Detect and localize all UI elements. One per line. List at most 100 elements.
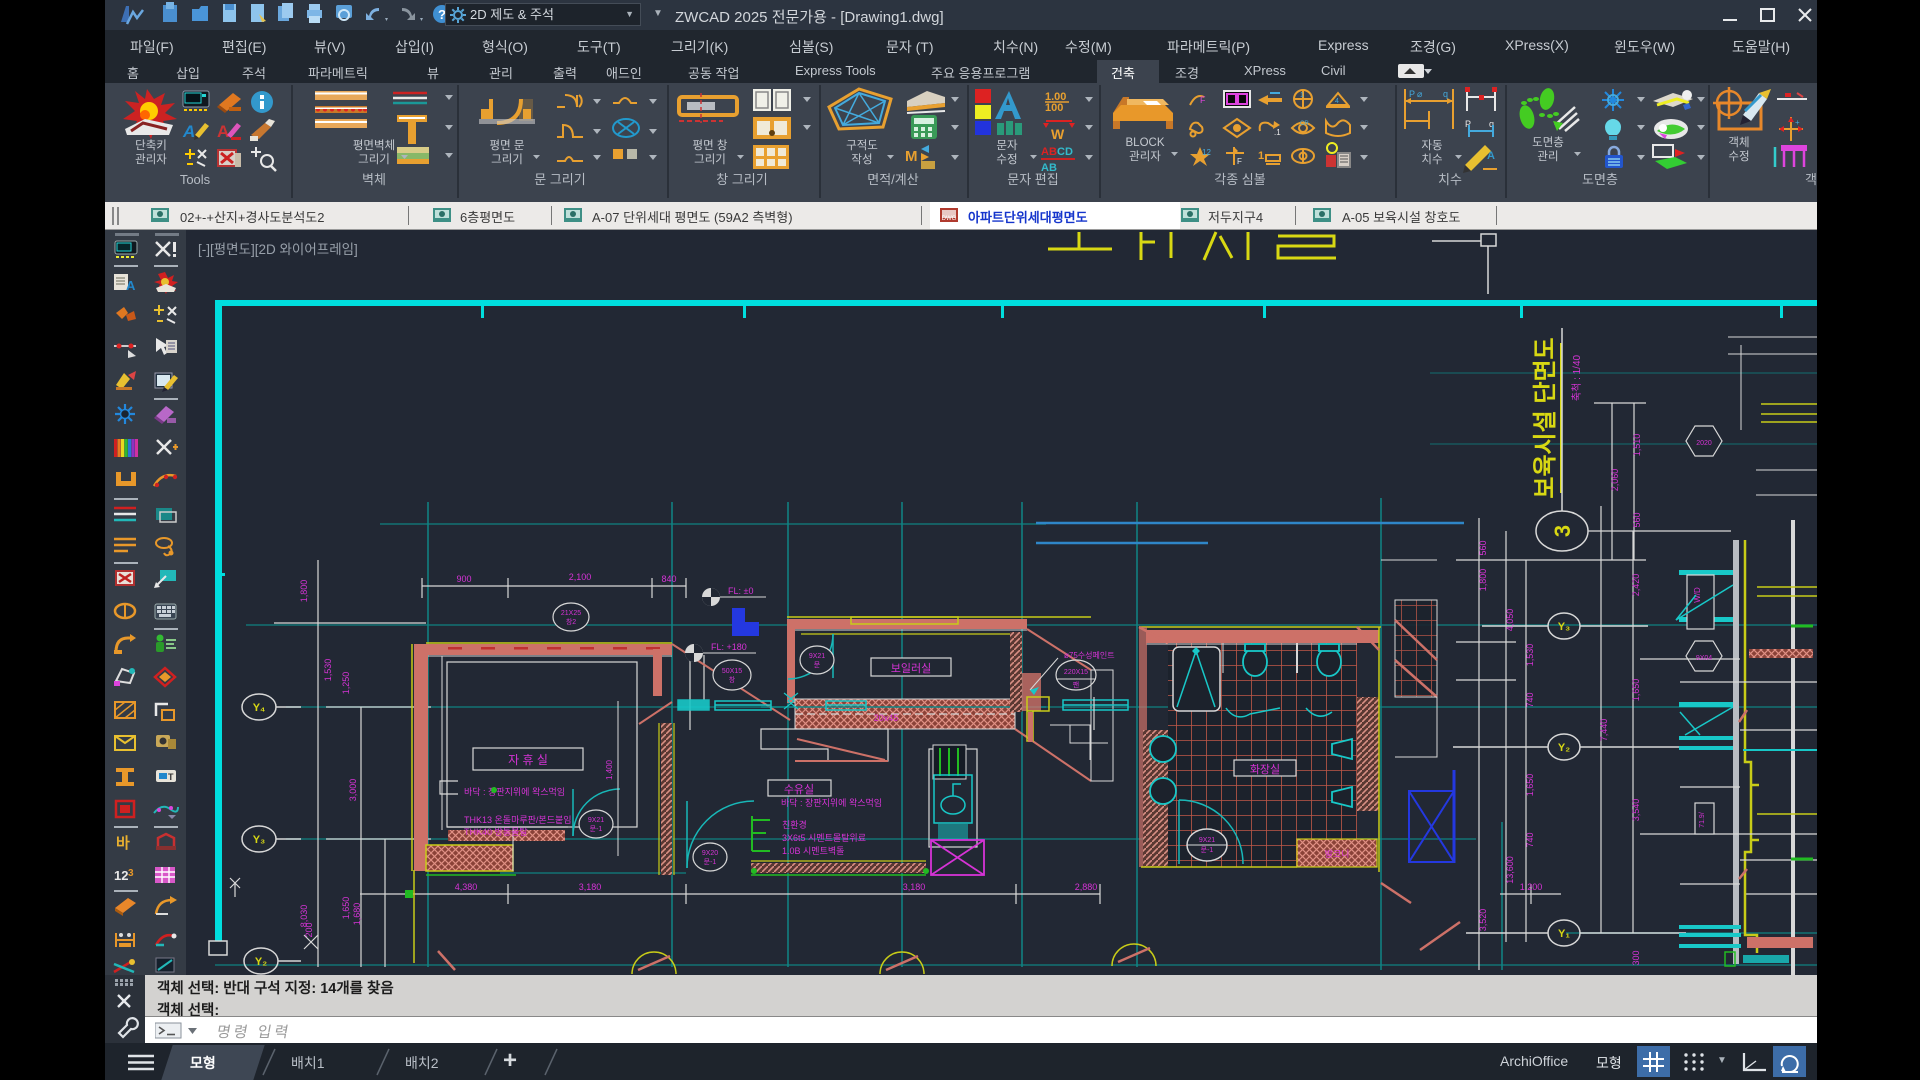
svg-text:200: 200 (304, 922, 314, 937)
svg-text:수정: 수정 (996, 153, 1017, 166)
svg-text:P: P (1409, 89, 1415, 99)
svg-text:객체: 객체 (1805, 172, 1817, 187)
svg-text:13,600: 13,600 (1505, 856, 1515, 884)
svg-text:그리기: 그리기 (694, 153, 726, 166)
svg-text:560: 560 (1632, 512, 1642, 527)
svg-text:1,650: 1,650 (1631, 679, 1641, 702)
svg-text:1,650: 1,650 (1525, 774, 1535, 797)
svg-text:1,530: 1,530 (323, 659, 333, 682)
svg-text:관리자: 관리자 (1129, 150, 1161, 163)
svg-text:친환경: 친환경 (782, 819, 807, 830)
svg-text:그리기: 그리기 (358, 153, 390, 166)
svg-text:Y₂: Y₂ (1558, 742, 1570, 754)
svg-text:W/D: W/D (1693, 587, 1702, 603)
svg-text:보일러실: 보일러실 (891, 661, 931, 675)
svg-text:Y₃: Y₃ (1558, 621, 1570, 633)
svg-text:창 그리기: 창 그리기 (716, 172, 767, 187)
svg-text:2,100: 2,100 (569, 572, 592, 582)
svg-text:Y₃: Y₃ (253, 834, 265, 846)
svg-text:3: 3 (1550, 525, 1575, 537)
svg-text:Tools: Tools (180, 172, 211, 187)
svg-text:1.0B 시멘트벽돌: 1.0B 시멘트벽돌 (782, 846, 844, 856)
svg-text:문 그리기: 문 그리기 (534, 172, 585, 187)
svg-text:문자 편집: 문자 편집 (1007, 172, 1058, 187)
svg-text:관리자: 관리자 (135, 153, 167, 166)
svg-text:면적/계산: 면적/계산 (867, 172, 918, 187)
svg-text:바: 바 (116, 834, 130, 852)
svg-text:각종 심볼: 각종 심볼 (1214, 172, 1265, 187)
svg-text:평면 문: 평면 문 (490, 139, 525, 152)
svg-text:치수: 치수 (1421, 153, 1442, 166)
svg-text:발코니: 발코니 (1325, 849, 1350, 859)
svg-text:.1: .1 (1274, 128, 1281, 137)
svg-text:바닥 : 장판지위에 왁스먹임: 바닥 : 장판지위에 왁스먹임 (781, 797, 882, 808)
svg-text:문-1: 문-1 (704, 858, 717, 866)
svg-text:T: T (168, 772, 174, 782)
svg-text:9X20: 9X20 (702, 850, 718, 857)
svg-text:71.9/: 71.9/ (1699, 812, 1706, 828)
svg-text:100: 100 (1045, 102, 1063, 114)
svg-text:1: 1 (1300, 92, 1304, 99)
svg-text:[-][평면도][2D 와이어프레임]: [-][평면도][2D 와이어프레임] (198, 242, 358, 257)
svg-text:Y₄: Y₄ (253, 702, 266, 714)
svg-text:9X21: 9X21 (1199, 837, 1215, 844)
svg-text:2020: 2020 (1696, 440, 1712, 447)
svg-text:팬: 팬 (1073, 680, 1079, 689)
svg-text:A: A (1487, 150, 1495, 162)
svg-text:2,060: 2,060 (1610, 469, 1620, 492)
svg-text:도면층: 도면층 (1582, 172, 1618, 187)
svg-text:구적도: 구적도 (846, 139, 878, 152)
svg-text:3: 3 (128, 868, 134, 879)
svg-text:4,380: 4,380 (455, 882, 478, 892)
svg-text:도면층: 도면층 (1532, 136, 1564, 149)
svg-text:축척 : 1/40: 축척 : 1/40 (1571, 354, 1583, 401)
svg-text:자 휴 실: 자 휴 실 (508, 753, 548, 767)
svg-text:1,800: 1,800 (1478, 569, 1488, 592)
svg-text:7,440: 7,440 (1599, 719, 1609, 742)
svg-text:BLOCK: BLOCK (1126, 137, 1165, 149)
svg-text:1,650: 1,650 (341, 897, 351, 920)
svg-text:창: 창 (729, 676, 736, 684)
svg-text:바닥 : 장판지위에 왁스먹임: 바닥 : 장판지위에 왁스먹임 (464, 786, 565, 797)
svg-text:4,050: 4,050 (1505, 609, 1515, 632)
svg-text:1,530: 1,530 (1525, 644, 1535, 667)
svg-text:20x45: 20x45 (874, 713, 899, 723)
svg-text:9X21: 9X21 (809, 653, 825, 660)
svg-text:3,000: 3,000 (348, 779, 358, 802)
svg-text:A: A (126, 278, 136, 293)
svg-text:⌀: ⌀ (1417, 89, 1423, 99)
svg-text:CD: CD (1057, 146, 1073, 158)
svg-text:3X6t5 시멘트몰탈위료: 3X6t5 시멘트몰탈위료 (782, 833, 866, 843)
svg-text:220X15: 220X15 (1064, 669, 1088, 676)
svg-text:THK13 온돌마루판/본드붙임: THK13 온돌마루판/본드붙임 (464, 814, 572, 825)
svg-text:A: A (217, 122, 229, 141)
svg-text:+: + (1795, 118, 1800, 127)
svg-text:자동: 자동 (1421, 139, 1442, 152)
svg-text:FL: +180: FL: +180 (711, 642, 747, 652)
svg-text:문자: 문자 (996, 139, 1018, 152)
svg-text:벽체: 벽체 (362, 172, 386, 187)
svg-text:9X21: 9X21 (588, 817, 604, 824)
svg-text:12: 12 (114, 868, 128, 883)
svg-text:작성: 작성 (851, 153, 872, 166)
svg-text:50X15: 50X15 (722, 668, 742, 675)
svg-text:F: F (1200, 95, 1206, 105)
svg-text:1,680: 1,680 (352, 903, 362, 926)
svg-text:21X25: 21X25 (561, 610, 581, 617)
svg-text:1,200: 1,200 (1520, 882, 1543, 892)
svg-text:FL: ±0: FL: ±0 (728, 586, 753, 596)
svg-text:3,180: 3,180 (903, 882, 926, 892)
svg-text:문-1: 문-1 (1201, 846, 1214, 854)
svg-text:3,180: 3,180 (579, 882, 602, 892)
svg-text:평면벽체: 평면벽체 (353, 139, 395, 152)
svg-text:1: 1 (1258, 150, 1264, 162)
svg-text:1,400: 1,400 (605, 759, 614, 780)
svg-text:그리기: 그리기 (491, 153, 523, 166)
svg-text:ø75수성페인트: ø75수성페인트 (1064, 650, 1115, 660)
svg-text:900: 900 (456, 574, 471, 584)
svg-text:DWG: DWG (942, 216, 957, 222)
svg-text:840: 840 (661, 574, 676, 584)
svg-text:2,420: 2,420 (1631, 574, 1641, 597)
svg-text:CR: CR (1300, 121, 1309, 127)
svg-text:창2: 창2 (566, 618, 576, 626)
